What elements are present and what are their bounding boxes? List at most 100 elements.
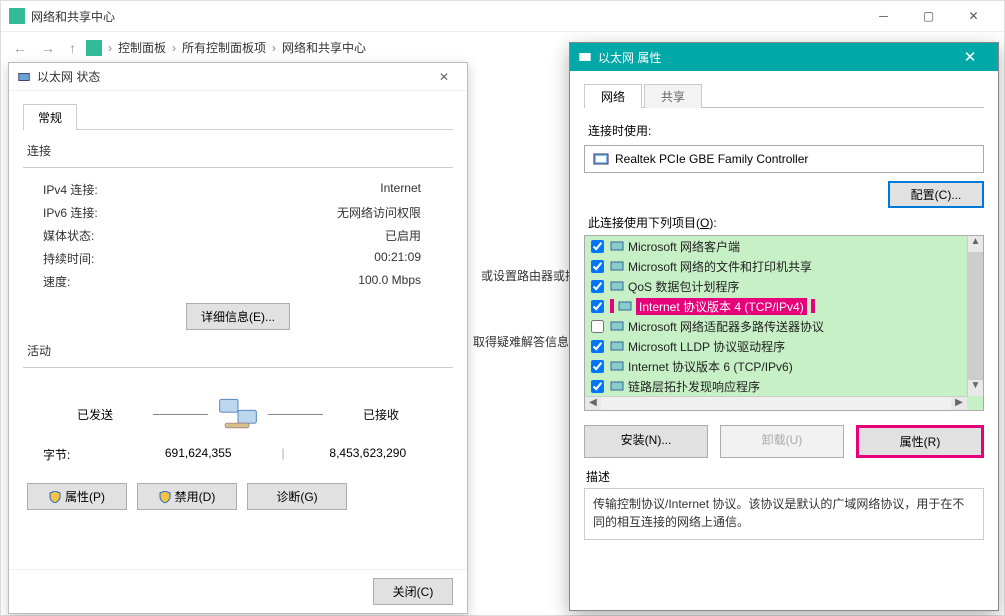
scroll-thumb[interactable] bbox=[968, 252, 983, 380]
speed-value: 100.0 Mbps bbox=[193, 273, 449, 290]
sent-label: 已发送 bbox=[45, 406, 145, 423]
diagnose-button[interactable]: 诊断(G) bbox=[247, 483, 347, 510]
list-item[interactable]: Microsoft 网络适配器多路传送器协议 bbox=[585, 316, 967, 336]
ethernet-icon bbox=[578, 50, 592, 64]
speed-label: 速度: bbox=[43, 273, 193, 290]
breadcrumb-icon bbox=[86, 40, 102, 56]
protocol-icon bbox=[610, 360, 624, 372]
scroll-up-icon[interactable]: ▲ bbox=[968, 236, 983, 252]
list-item[interactable]: Internet 协议版本 4 (TCP/IPv4) bbox=[585, 296, 967, 316]
vertical-scrollbar[interactable]: ▲ ▼ bbox=[967, 236, 983, 396]
item-properties-button[interactable]: 属性(R) bbox=[856, 425, 984, 458]
close-icon[interactable]: ✕ bbox=[950, 48, 990, 66]
breadcrumb-item[interactable]: 网络和共享中心 bbox=[282, 39, 366, 56]
item-checkbox[interactable] bbox=[591, 300, 604, 313]
configure-button[interactable]: 配置(C)... bbox=[888, 181, 984, 208]
scroll-right-icon[interactable]: ▶ bbox=[951, 397, 967, 410]
item-checkbox[interactable] bbox=[591, 380, 604, 393]
highlight-marker bbox=[610, 299, 614, 313]
item-checkbox[interactable] bbox=[591, 340, 604, 353]
bytes-recv: 8,453,623,290 bbox=[293, 446, 443, 463]
close-button[interactable]: ✕ bbox=[951, 1, 996, 31]
duration-label: 持续时间: bbox=[43, 250, 193, 267]
disable-button-label: 禁用(D) bbox=[175, 488, 216, 505]
list-item[interactable]: Microsoft 网络的文件和打印机共享 bbox=[585, 256, 967, 276]
status-titlebar: 以太网 状态 ✕ bbox=[9, 63, 467, 91]
item-checkbox[interactable] bbox=[591, 240, 604, 253]
protocol-icon bbox=[610, 380, 624, 392]
item-label: Microsoft 网络客户端 bbox=[628, 238, 740, 255]
media-label: 媒体状态: bbox=[43, 227, 193, 244]
nav-up-icon[interactable]: ↑ bbox=[65, 40, 80, 56]
chevron-right-icon: › bbox=[272, 41, 276, 55]
description-text: 传输控制协议/Internet 协议。该协议是默认的广域网络协议，用于在不同的相… bbox=[584, 488, 984, 540]
main-title: 网络和共享中心 bbox=[31, 8, 861, 25]
items-listbox[interactable]: Microsoft 网络客户端Microsoft 网络的文件和打印机共享QoS … bbox=[584, 235, 984, 411]
horizontal-scrollbar[interactable]: ◀ ▶ bbox=[585, 396, 967, 410]
computers-icon bbox=[216, 392, 260, 436]
protocol-icon bbox=[610, 260, 624, 272]
item-label: Microsoft 网络适配器多路传送器协议 bbox=[628, 318, 824, 335]
protocol-icon bbox=[610, 280, 624, 292]
protocol-icon bbox=[610, 240, 624, 252]
disable-button[interactable]: 禁用(D) bbox=[137, 483, 237, 510]
background-text: 取得疑难解答信息。 bbox=[473, 333, 581, 350]
ipv4-label: IPv4 连接: bbox=[43, 181, 193, 198]
item-checkbox[interactable] bbox=[591, 260, 604, 273]
close-icon[interactable]: ✕ bbox=[429, 70, 459, 84]
nav-back-icon[interactable]: ← bbox=[9, 40, 31, 56]
uses-items-label: 此连接使用下列项目(O): bbox=[588, 214, 984, 231]
item-checkbox[interactable] bbox=[591, 360, 604, 373]
network-center-icon bbox=[9, 8, 25, 24]
props-tabs: 网络 共享 bbox=[584, 83, 984, 108]
list-item[interactable]: Microsoft LLDP 协议驱动程序 bbox=[585, 336, 967, 356]
activity-diagram: 已发送 已接收 bbox=[23, 392, 453, 436]
recv-label: 已接收 bbox=[331, 406, 431, 423]
ethernet-icon bbox=[17, 70, 31, 84]
item-checkbox[interactable] bbox=[591, 280, 604, 293]
adapter-name: Realtek PCIe GBE Family Controller bbox=[615, 152, 808, 166]
close-button[interactable]: 关闭(C) bbox=[373, 578, 453, 605]
chevron-right-icon: › bbox=[172, 41, 176, 55]
window-controls: ─ ▢ ✕ bbox=[861, 1, 996, 31]
scroll-left-icon[interactable]: ◀ bbox=[585, 397, 601, 410]
bytes-label: 字节: bbox=[43, 446, 123, 463]
maximize-button[interactable]: ▢ bbox=[906, 1, 951, 31]
tab-network[interactable]: 网络 bbox=[584, 84, 642, 108]
list-item[interactable]: Microsoft 网络客户端 bbox=[585, 236, 967, 256]
status-tabs: 常规 bbox=[23, 103, 453, 130]
ethernet-properties-dialog: 以太网 属性 ✕ 网络 共享 连接时使用: Realtek PCIe GBE F… bbox=[569, 42, 999, 611]
tab-sharing[interactable]: 共享 bbox=[644, 84, 702, 108]
details-button[interactable]: 详细信息(E)... bbox=[186, 303, 290, 330]
shield-icon bbox=[49, 491, 61, 503]
scroll-down-icon[interactable]: ▼ bbox=[968, 380, 983, 396]
highlight-marker bbox=[811, 299, 815, 313]
shield-icon bbox=[159, 491, 171, 503]
list-item[interactable]: 链路层拓扑发现响应程序 bbox=[585, 376, 967, 396]
props-titlebar: 以太网 属性 ✕ bbox=[570, 43, 998, 71]
media-value: 已启用 bbox=[193, 227, 449, 244]
minimize-button[interactable]: ─ bbox=[861, 1, 906, 31]
properties-button[interactable]: 属性(P) bbox=[27, 483, 127, 510]
nav-fwd-icon[interactable]: → bbox=[37, 40, 59, 56]
status-title: 以太网 状态 bbox=[37, 68, 429, 85]
item-label: 链路层拓扑发现响应程序 bbox=[628, 378, 760, 395]
tab-general[interactable]: 常规 bbox=[23, 104, 77, 130]
connection-header: 连接 bbox=[27, 142, 453, 159]
item-checkbox[interactable] bbox=[591, 320, 604, 333]
install-button[interactable]: 安装(N)... bbox=[584, 425, 708, 458]
ipv6-label: IPv6 连接: bbox=[43, 204, 193, 221]
adapter-box: Realtek PCIe GBE Family Controller bbox=[584, 145, 984, 173]
breadcrumb-item[interactable]: 所有控制面板项 bbox=[182, 39, 266, 56]
list-item[interactable]: QoS 数据包计划程序 bbox=[585, 276, 967, 296]
props-title: 以太网 属性 bbox=[598, 49, 950, 66]
uninstall-button: 卸载(U) bbox=[720, 425, 844, 458]
activity-header: 活动 bbox=[27, 342, 453, 359]
item-label: Internet 协议版本 4 (TCP/IPv4) bbox=[636, 298, 807, 315]
list-item[interactable]: Internet 协议版本 6 (TCP/IPv6) bbox=[585, 356, 967, 376]
breadcrumb-item[interactable]: 控制面板 bbox=[118, 39, 166, 56]
ipv6-value: 无网络访问权限 bbox=[193, 204, 449, 221]
protocol-icon bbox=[618, 300, 632, 312]
connect-using-label: 连接时使用: bbox=[588, 122, 984, 139]
item-label: Microsoft LLDP 协议驱动程序 bbox=[628, 338, 785, 355]
